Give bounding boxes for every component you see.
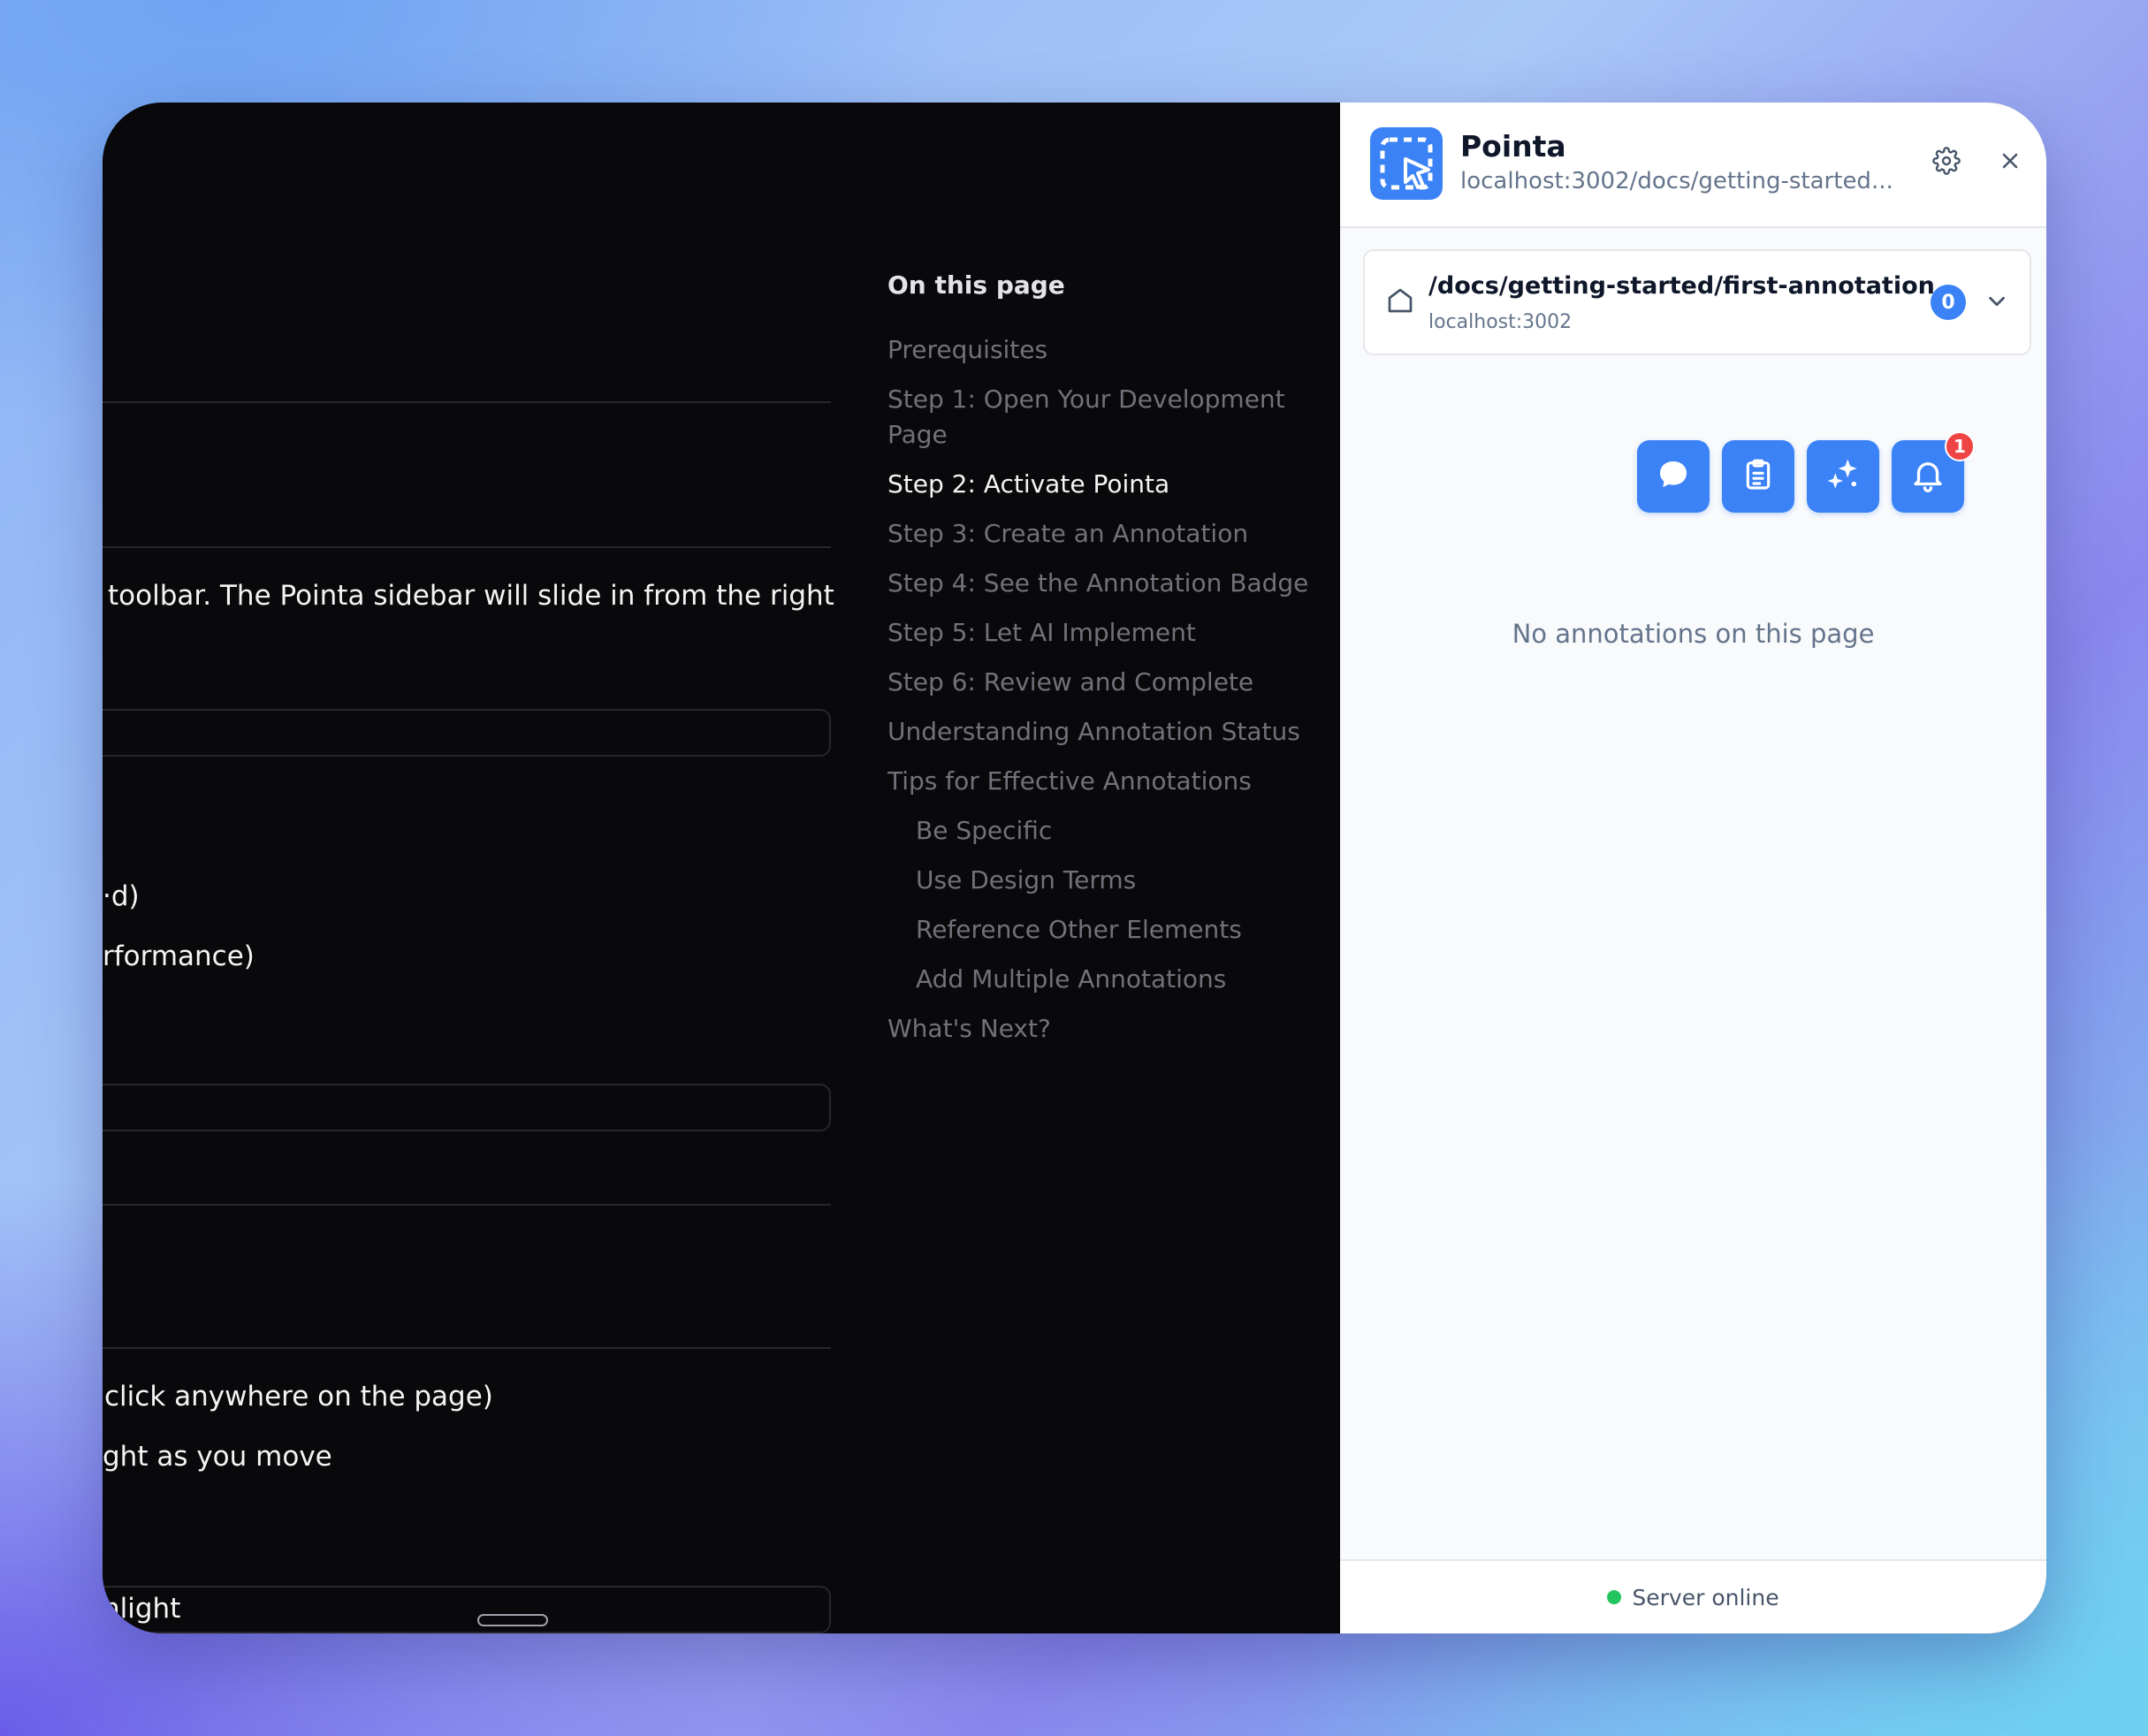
status-indicator-icon bbox=[1607, 1590, 1622, 1604]
page-selector[interactable]: /docs/getting-started/first-annotation l… bbox=[1363, 249, 2031, 355]
home-icon bbox=[1384, 285, 1416, 320]
toc-item-prerequisites[interactable]: Prerequisites bbox=[887, 332, 1047, 368]
doc-list-item: rformance) bbox=[103, 940, 255, 972]
toc-item-whats-next[interactable]: What's Next? bbox=[887, 1011, 1051, 1047]
toc-item-step-5[interactable]: Step 5: Let AI Implement bbox=[887, 615, 1196, 651]
toc-title: On this page bbox=[887, 270, 1065, 300]
pointa-sidebar: Pointa localhost:3002/docs/getting-start… bbox=[1340, 103, 2046, 1633]
divider bbox=[103, 546, 831, 548]
divider bbox=[103, 401, 831, 403]
toc-item-step-1-cont[interactable]: Page bbox=[887, 417, 948, 453]
toc-item-multiple[interactable]: Add Multiple Annotations bbox=[916, 962, 1226, 997]
sparkles-icon bbox=[1824, 456, 1862, 497]
toc-item-step-1[interactable]: Step 1: Open Your Development bbox=[887, 382, 1285, 417]
ai-sparkle-button[interactable] bbox=[1807, 440, 1879, 513]
doc-list-item: ·d) bbox=[103, 880, 140, 912]
browser-window: toolbar. The Pointa sidebar will slide i… bbox=[103, 103, 2046, 1633]
page-path: /docs/getting-started/first-annotation bbox=[1428, 272, 1935, 300]
doc-list-item: ght as you move bbox=[103, 1441, 332, 1473]
divider bbox=[103, 1347, 831, 1349]
docs-content: toolbar. The Pointa sidebar will slide i… bbox=[103, 103, 1340, 1633]
code-block bbox=[103, 1586, 831, 1633]
bell-icon bbox=[1909, 456, 1946, 497]
annotation-count-badge: 0 bbox=[1931, 285, 1966, 320]
settings-button[interactable] bbox=[1927, 143, 1966, 182]
gear-icon bbox=[1932, 147, 1961, 179]
code-block bbox=[103, 1084, 831, 1131]
toc-item-step-2[interactable]: Step 2: Activate Pointa bbox=[887, 467, 1169, 502]
code-block bbox=[103, 709, 831, 757]
doc-list-item: click anywhere on the page) bbox=[104, 1381, 493, 1412]
comment-button[interactable] bbox=[1637, 440, 1710, 513]
toc-item-reference[interactable]: Reference Other Elements bbox=[916, 912, 1242, 948]
page-host: localhost:3002 bbox=[1428, 311, 1573, 333]
empty-state-message: No annotations on this page bbox=[1512, 619, 1875, 649]
doc-paragraph: toolbar. The Pointa sidebar will slide i… bbox=[108, 580, 834, 612]
current-url: localhost:3002/docs/getting-started... bbox=[1460, 168, 1893, 194]
chat-bubble-icon bbox=[1656, 457, 1691, 496]
notification-count-badge: 1 bbox=[1945, 431, 1975, 461]
app-title: Pointa bbox=[1460, 129, 1566, 164]
toc-item-step-3[interactable]: Step 3: Create an Annotation bbox=[887, 516, 1248, 552]
divider bbox=[103, 1204, 831, 1206]
panel-header: Pointa localhost:3002/docs/getting-start… bbox=[1340, 103, 2046, 228]
toc-item-tips[interactable]: Tips for Effective Annotations bbox=[887, 764, 1252, 799]
clipboard-icon bbox=[1740, 457, 1776, 496]
close-icon bbox=[1998, 148, 2022, 177]
toc-item-step-4[interactable]: Step 4: See the Annotation Badge bbox=[887, 566, 1308, 601]
status-bar: Server online bbox=[1340, 1559, 2046, 1633]
pointa-logo-icon bbox=[1370, 127, 1443, 200]
close-button[interactable] bbox=[1991, 143, 2030, 182]
notifications-button[interactable]: 1 bbox=[1892, 431, 1975, 513]
chevron-down-icon[interactable] bbox=[1984, 288, 2010, 318]
toc-item-status[interactable]: Understanding Annotation Status bbox=[887, 714, 1300, 750]
clipboard-button[interactable] bbox=[1722, 440, 1794, 513]
scroll-handle[interactable] bbox=[477, 1614, 548, 1626]
toc-item-step-6[interactable]: Step 6: Review and Complete bbox=[887, 665, 1253, 700]
doc-code-text: hlight bbox=[103, 1593, 181, 1625]
toc-item-design-terms[interactable]: Use Design Terms bbox=[916, 863, 1136, 898]
server-status: Server online bbox=[1632, 1584, 1779, 1610]
toc-item-be-specific[interactable]: Be Specific bbox=[916, 813, 1052, 849]
